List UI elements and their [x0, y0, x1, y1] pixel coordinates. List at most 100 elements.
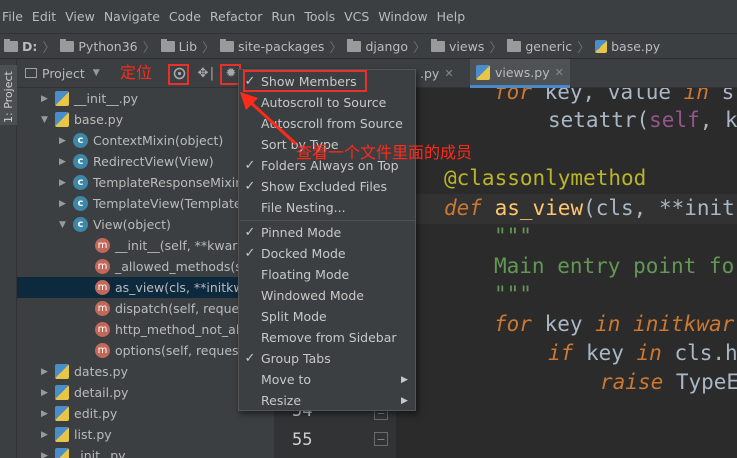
menu-item-resize[interactable]: Resize ▶ — [239, 390, 415, 411]
breadcrumb-django[interactable]: django 〉 — [347, 37, 431, 56]
menu-item-split-mode[interactable]: Split Mode — [239, 306, 415, 327]
list-item[interactable]: ▶ edit.py — [41, 403, 117, 424]
menu-code[interactable]: Code — [169, 9, 201, 24]
breadcrumb: D: 〉 Python36 〉 Lib 〉 site-packages 〉 django… — [0, 34, 737, 59]
python-file-icon — [55, 406, 69, 421]
menu-item-group-tabs[interactable]: ✓ Group Tabs — [239, 348, 415, 369]
check-icon: ✓ — [244, 246, 256, 261]
list-item[interactable]: ▶ detail.py — [41, 382, 128, 403]
list-item[interactable]: m options(self, request, — [95, 340, 247, 361]
check-icon: ✓ — [244, 351, 256, 366]
breadcrumb-site-packages[interactable]: site-packages 〉 — [220, 37, 347, 56]
list-item[interactable]: ▶ c TemplateResponseMixin — [59, 172, 243, 193]
code-line: raise TypeE — [600, 370, 737, 394]
fold-icon[interactable]: − — [374, 432, 388, 446]
check-icon: ✓ — [244, 225, 256, 240]
python-file-icon — [55, 385, 69, 400]
breadcrumb-generic[interactable]: generic 〉 — [507, 37, 595, 56]
menu-item-show-members[interactable]: ✓ Show Members — [239, 71, 415, 92]
list-item[interactable]: ▶ __init__.py — [41, 88, 138, 109]
menu-window[interactable]: Window — [378, 9, 427, 24]
menu-refactor[interactable]: Refactor — [210, 9, 262, 24]
close-icon[interactable]: ✕ — [555, 66, 564, 79]
list-item[interactable]: ▶ c TemplateView(Template — [59, 193, 242, 214]
list-item-selected[interactable]: m as_view(cls, **initkwar — [17, 277, 274, 298]
code-line: @classonlymethod — [444, 166, 647, 190]
menu-view[interactable]: View — [65, 9, 95, 24]
list-item[interactable]: ▶ dates.py — [41, 361, 128, 382]
method-icon: m — [95, 322, 110, 337]
menu-item-remove-from-sidebar[interactable]: Remove from Sidebar — [239, 327, 415, 348]
menu-run[interactable]: Run — [271, 9, 295, 24]
python-file-icon — [55, 91, 69, 106]
menu-vcs[interactable]: VCS — [344, 9, 369, 24]
menu-item-pinned-mode[interactable]: ✓ Pinned Mode — [239, 222, 415, 243]
menu-separator — [240, 220, 415, 221]
code-line: setattr(self, k — [548, 108, 737, 132]
project-view-icon — [25, 68, 37, 78]
check-icon: ✓ — [244, 74, 256, 89]
menu-item-docked-mode[interactable]: ✓ Docked Mode — [239, 243, 415, 264]
close-icon[interactable]: ✕ — [444, 67, 453, 80]
breadcrumb-python36[interactable]: Python36 〉 — [60, 37, 160, 56]
python-file-icon — [55, 112, 69, 127]
folder-icon — [160, 38, 175, 52]
list-item[interactable]: ▼ base.py — [41, 109, 123, 130]
list-item[interactable]: ▶ list.py — [41, 424, 112, 445]
class-icon: c — [73, 217, 88, 232]
check-icon: ✓ — [244, 179, 256, 194]
code-line: """ — [494, 282, 532, 306]
class-icon: c — [73, 133, 88, 148]
list-item[interactable]: m dispatch(self, request — [95, 298, 251, 319]
menu-item-floating-mode[interactable]: Floating Mode — [239, 264, 415, 285]
chevron-down-icon[interactable]: ▼ — [93, 68, 100, 78]
folder-icon — [507, 38, 522, 52]
list-item[interactable]: ▶ c ContextMixin(object) — [59, 130, 223, 151]
method-icon: m — [95, 259, 110, 274]
list-item[interactable]: ▶ c RedirectView(View) — [59, 151, 214, 172]
list-item[interactable]: ▶ _init_.py — [41, 445, 126, 458]
class-icon: c — [73, 154, 88, 169]
list-item[interactable]: m _allowed_methods(se — [95, 256, 249, 277]
code-line: if key in cls.h — [548, 341, 737, 365]
menu-item-file-nesting[interactable]: File Nesting... — [239, 197, 415, 218]
method-icon: m — [95, 343, 110, 358]
chevron-right-icon: ▶ — [401, 374, 408, 385]
method-icon: m — [95, 301, 110, 316]
menu-navigate[interactable]: Navigate — [104, 9, 160, 24]
menu-item-windowed-mode[interactable]: Windowed Mode — [239, 285, 415, 306]
tab-views-py[interactable]: views.py ✕ — [470, 59, 570, 88]
code-line: def as_view(cls, **init — [444, 196, 735, 220]
class-icon: c — [73, 175, 88, 190]
locate-highlight-box — [168, 64, 189, 85]
class-icon: c — [73, 196, 88, 211]
menu-tools[interactable]: Tools — [304, 9, 335, 24]
project-tool-tab[interactable]: 1: Project — [0, 65, 17, 125]
code-line: """ — [494, 224, 532, 248]
project-view-selector[interactable]: Project — [42, 66, 85, 81]
python-file-icon — [595, 39, 608, 53]
menu-help[interactable]: Help — [437, 9, 466, 24]
annotation-locate: 定位 — [120, 63, 153, 82]
tab-py[interactable]: .py ✕ — [414, 59, 460, 88]
menu-edit[interactable]: Edit — [32, 9, 56, 24]
list-item[interactable]: ▼ c View(object) — [59, 214, 171, 235]
code-line: Main entry point fo — [494, 254, 735, 278]
method-icon: m — [95, 280, 110, 295]
menu-file[interactable]: File — [2, 9, 23, 24]
breadcrumb-lib[interactable]: Lib 〉 — [160, 37, 220, 56]
list-item[interactable]: m http_method_not_allo — [95, 319, 250, 340]
python-file-icon — [55, 364, 69, 379]
annotation-arrow-icon — [240, 92, 298, 146]
line-number: 55 — [292, 430, 313, 450]
menu-item-show-excluded-files[interactable]: ✓ Show Excluded Files — [239, 176, 415, 197]
menu-item-move-to[interactable]: Move to ▶ — [239, 369, 415, 390]
breadcrumb-drive[interactable]: D: 〉 — [4, 37, 60, 56]
annotation-view-members: 查看一个文件里面的成员 — [296, 143, 473, 162]
breadcrumb-base-py[interactable]: base.py — [595, 39, 660, 54]
breadcrumb-views[interactable]: views 〉 — [431, 37, 507, 56]
list-item[interactable]: m __init__(self, **kwargs) — [95, 235, 257, 256]
folder-icon — [4, 38, 18, 52]
python-file-icon — [55, 448, 69, 458]
code-line: for key in initkwar — [494, 312, 735, 336]
